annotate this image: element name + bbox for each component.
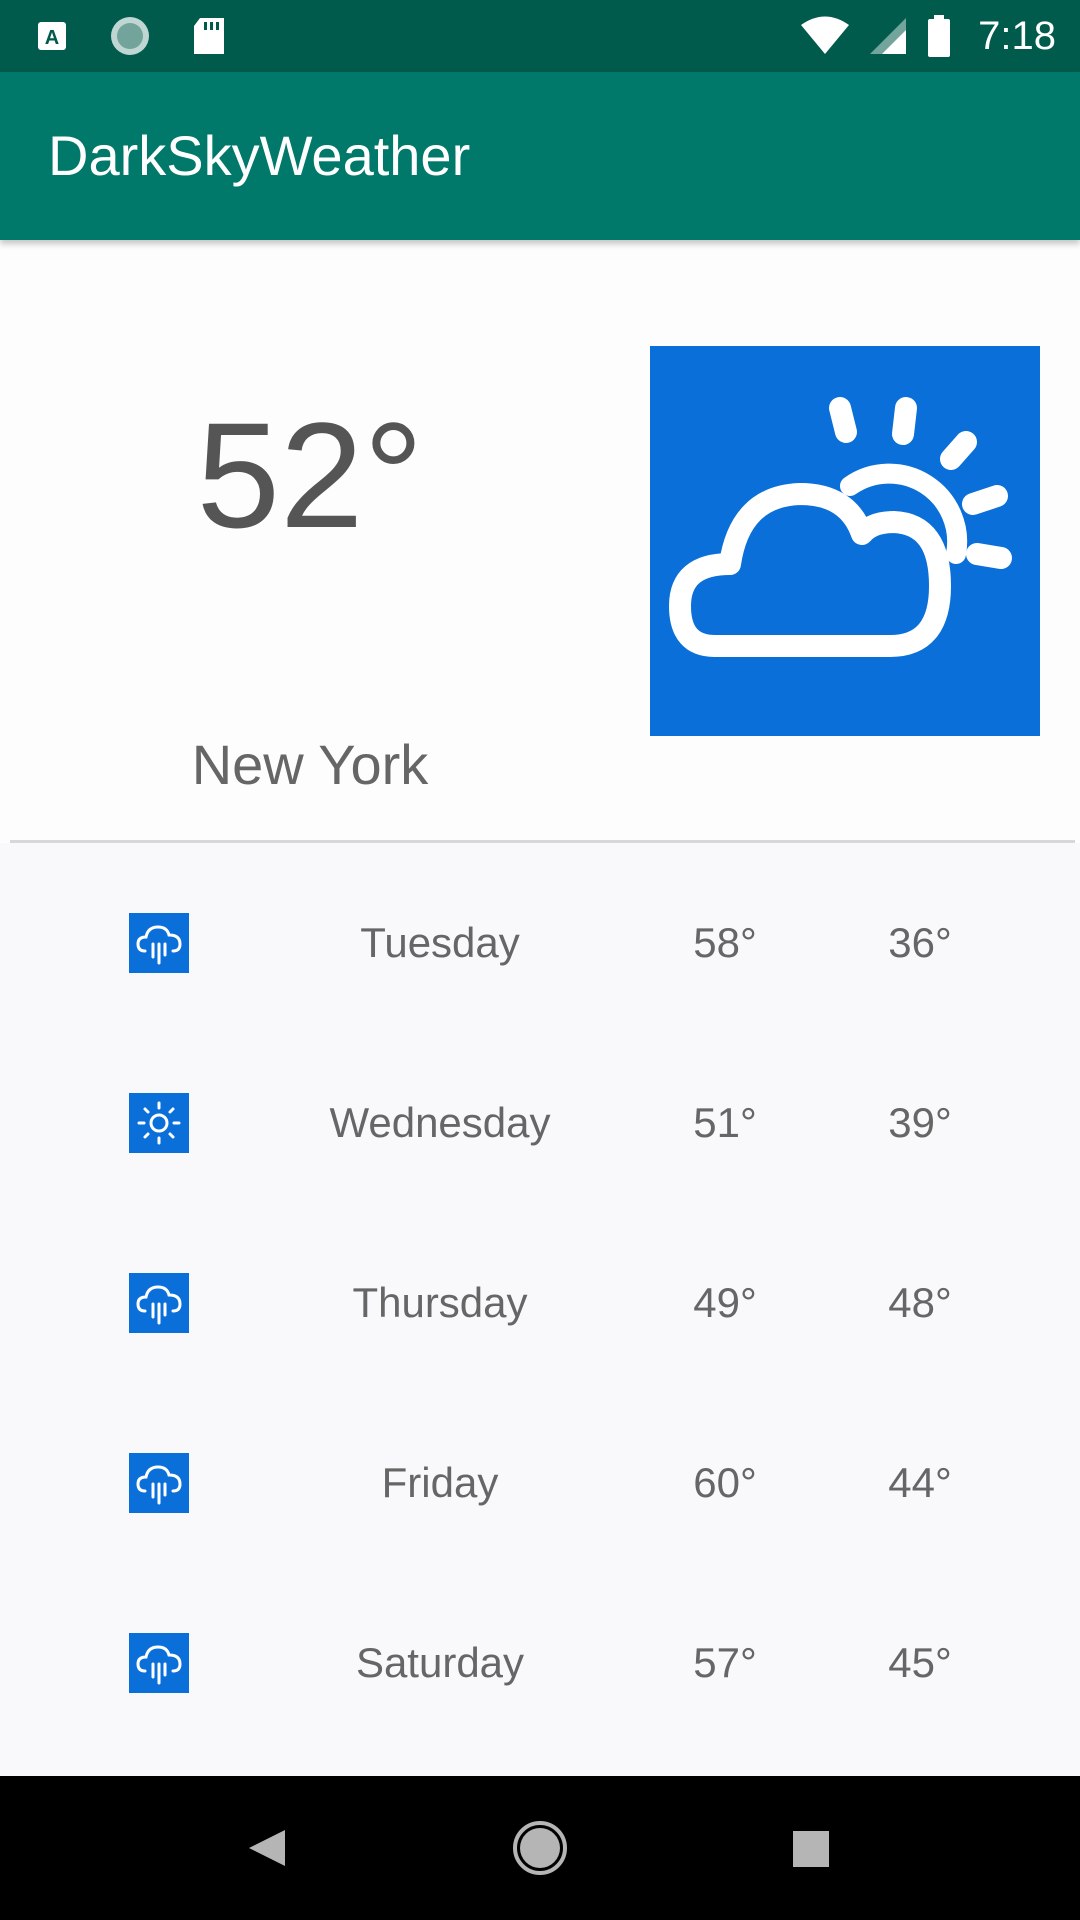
current-weather-icon-tile bbox=[650, 346, 1040, 736]
app-title: DarkSkyWeather bbox=[48, 124, 471, 187]
forecast-day: Friday bbox=[381, 1459, 499, 1506]
forecast-day: Saturday bbox=[355, 1639, 525, 1686]
rain-icon bbox=[136, 1645, 182, 1685]
cell-signal-icon bbox=[870, 18, 907, 54]
current-weather-card: 52° New York bbox=[0, 240, 1080, 840]
forecast-low: 36° bbox=[888, 919, 952, 966]
forecast-row-saturday[interactable]: Saturday 57° 45° bbox=[0, 1613, 1080, 1793]
forecast-low: 48° bbox=[888, 1279, 952, 1326]
forecast-high: 49° bbox=[693, 1279, 757, 1326]
clear-day-icon bbox=[137, 1101, 181, 1145]
navigation-bar bbox=[0, 1776, 1080, 1920]
forecast-row-thursday[interactable]: Thursday 49° 48° bbox=[0, 1253, 1080, 1433]
a-notification-icon: A bbox=[38, 22, 66, 50]
forecast-icon-tile bbox=[129, 1633, 189, 1693]
forecast-row-wednesday[interactable]: Wednesday 51° 39° bbox=[0, 1073, 1080, 1253]
app-bar: DarkSkyWeather bbox=[0, 72, 1080, 240]
forecast-day: Tuesday bbox=[360, 919, 520, 966]
partly-cloudy-day-icon bbox=[669, 397, 1012, 657]
sd-card-icon bbox=[194, 18, 224, 54]
city-name: New York bbox=[191, 733, 429, 796]
forecast-icon-tile bbox=[129, 1453, 189, 1513]
forecast-row-tuesday[interactable]: Tuesday 58° 36° bbox=[0, 893, 1080, 1073]
forecast-icon-tile bbox=[129, 1093, 189, 1153]
rain-icon bbox=[136, 925, 182, 965]
current-temperature: 52° bbox=[196, 391, 424, 559]
forecast-day: Thursday bbox=[352, 1279, 528, 1326]
wifi-icon bbox=[801, 16, 850, 54]
forecast-icon-tile bbox=[129, 913, 189, 973]
forecast-high: 51° bbox=[693, 1099, 757, 1146]
status-time: 7:18 bbox=[978, 13, 1056, 58]
status-bar-system: 7:18 bbox=[800, 0, 1056, 72]
forecast-high: 58° bbox=[693, 919, 757, 966]
forecast-high: 57° bbox=[693, 1639, 757, 1686]
rain-icon bbox=[136, 1285, 182, 1325]
forecast-list[interactable]: Tuesday 58° 36° Wednesday 51° 39° Thursd… bbox=[0, 843, 1080, 1776]
forecast-day: Wednesday bbox=[329, 1099, 551, 1146]
status-bar: A 7:18 bbox=[0, 0, 1080, 72]
forecast-row-friday[interactable]: Friday 60° 44° bbox=[0, 1433, 1080, 1613]
forecast-low: 39° bbox=[888, 1099, 952, 1146]
recents-icon[interactable] bbox=[792, 1830, 830, 1868]
forecast-low: 45° bbox=[888, 1639, 952, 1686]
svg-text:A: A bbox=[45, 27, 59, 49]
rain-icon bbox=[136, 1465, 182, 1505]
sync-circle-icon bbox=[111, 17, 149, 55]
forecast-high: 60° bbox=[693, 1459, 757, 1506]
battery-icon bbox=[928, 15, 951, 57]
back-icon[interactable] bbox=[245, 1826, 290, 1870]
forecast-low: 44° bbox=[888, 1459, 952, 1506]
home-icon[interactable] bbox=[512, 1820, 568, 1876]
forecast-icon-tile bbox=[129, 1273, 189, 1333]
status-bar-notifications: A bbox=[36, 0, 226, 72]
